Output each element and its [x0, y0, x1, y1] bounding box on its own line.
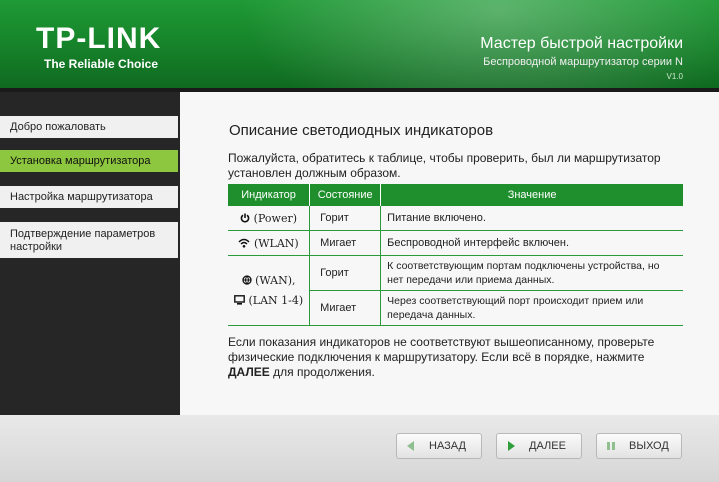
wizard-title: Мастер быстрой настройки	[480, 35, 683, 52]
outro-text-main: Если показания индикаторов не соответств…	[228, 335, 655, 364]
next-button[interactable]: ДАЛЕЕ	[496, 433, 582, 459]
back-button[interactable]: НАЗАД	[396, 433, 482, 459]
intro-text: Пожалуйста, обратитесь к таблице, чтобы …	[228, 151, 661, 180]
globe-icon	[241, 274, 252, 285]
outro-text: Если показания индикаторов не соответств…	[228, 335, 678, 380]
led-table: Индикатор Состояние Значение (Power) Гор…	[228, 184, 683, 326]
back-button-label: НАЗАД	[429, 440, 466, 452]
tagline: The Reliable Choice	[44, 57, 159, 71]
indicator-cell: (WAN), (LAN 1-4)	[228, 255, 311, 326]
wifi-icon	[238, 238, 250, 248]
sidebar: Добро пожаловать Установка маршрутизатор…	[0, 92, 180, 415]
arrow-right-icon	[508, 441, 515, 451]
meaning-cell: Питание включено.	[380, 206, 683, 231]
page-title: Описание светодиодных индикаторов	[229, 122, 494, 139]
sidebar-item-confirm-settings[interactable]: Подтверждение параметров настройки	[0, 222, 178, 258]
state-cell: Мигает	[309, 230, 382, 256]
main-panel: Описание светодиодных индикаторов Пожалу…	[180, 92, 719, 415]
column-header-indicator: Индикатор	[228, 184, 311, 206]
table-row: (WAN), (LAN 1-4) Горит К соответствующим…	[228, 255, 683, 326]
indicator-label: (WLAN)	[253, 236, 299, 250]
power-icon	[240, 213, 250, 223]
header-banner: TP-LINK The Reliable Choice Мастер быстр…	[0, 0, 719, 88]
next-button-label: ДАЛЕЕ	[529, 440, 566, 452]
pause-icon	[607, 442, 615, 450]
footer-bar: НАЗАД ДАЛЕЕ ВЫХОД	[0, 415, 719, 482]
state-cell: Горит	[309, 206, 382, 231]
indicator-label: (Power)	[253, 211, 298, 225]
logo: TP-LINK	[36, 22, 162, 55]
outro-text-end: для продолжения.	[269, 365, 375, 379]
meaning-cell: К соответствующим портам подключены устр…	[380, 255, 683, 291]
indicator-cell: (WLAN)	[228, 230, 311, 256]
state-cell: Горит	[309, 255, 382, 291]
indicator-cell: (Power)	[228, 206, 311, 231]
column-header-meaning: Значение	[380, 184, 683, 206]
sidebar-item-welcome[interactable]: Добро пожаловать	[0, 116, 178, 138]
table-row: (WLAN) Мигает Беспроводной интерфейс вкл…	[228, 230, 683, 256]
meaning-cell: Через соответствующий порт происходит пр…	[380, 290, 683, 326]
meaning-cell: Беспроводной интерфейс включен.	[380, 230, 683, 256]
column-header-state: Состояние	[309, 184, 382, 206]
exit-button[interactable]: ВЫХОД	[596, 433, 682, 459]
version-label: V1.0	[666, 72, 683, 81]
table-row: (Power) Горит Питание включено.	[228, 206, 683, 231]
computer-icon	[234, 294, 245, 305]
exit-button-label: ВЫХОД	[629, 440, 669, 452]
arrow-left-icon	[407, 441, 414, 451]
outro-next-emphasis: ДАЛЕЕ	[228, 365, 270, 379]
sidebar-item-router-install[interactable]: Установка маршрутизатора	[0, 150, 178, 172]
indicator-label-wan: (WAN),	[255, 273, 296, 287]
wizard-subtitle: Беспроводной маршрутизатор серии N	[483, 56, 683, 68]
sidebar-item-router-setup[interactable]: Настройка маршрутизатора	[0, 186, 178, 208]
table-header-row: Индикатор Состояние Значение	[228, 184, 683, 206]
indicator-label-lan: (LAN 1-4)	[248, 293, 304, 307]
state-cell: Мигает	[309, 290, 382, 326]
